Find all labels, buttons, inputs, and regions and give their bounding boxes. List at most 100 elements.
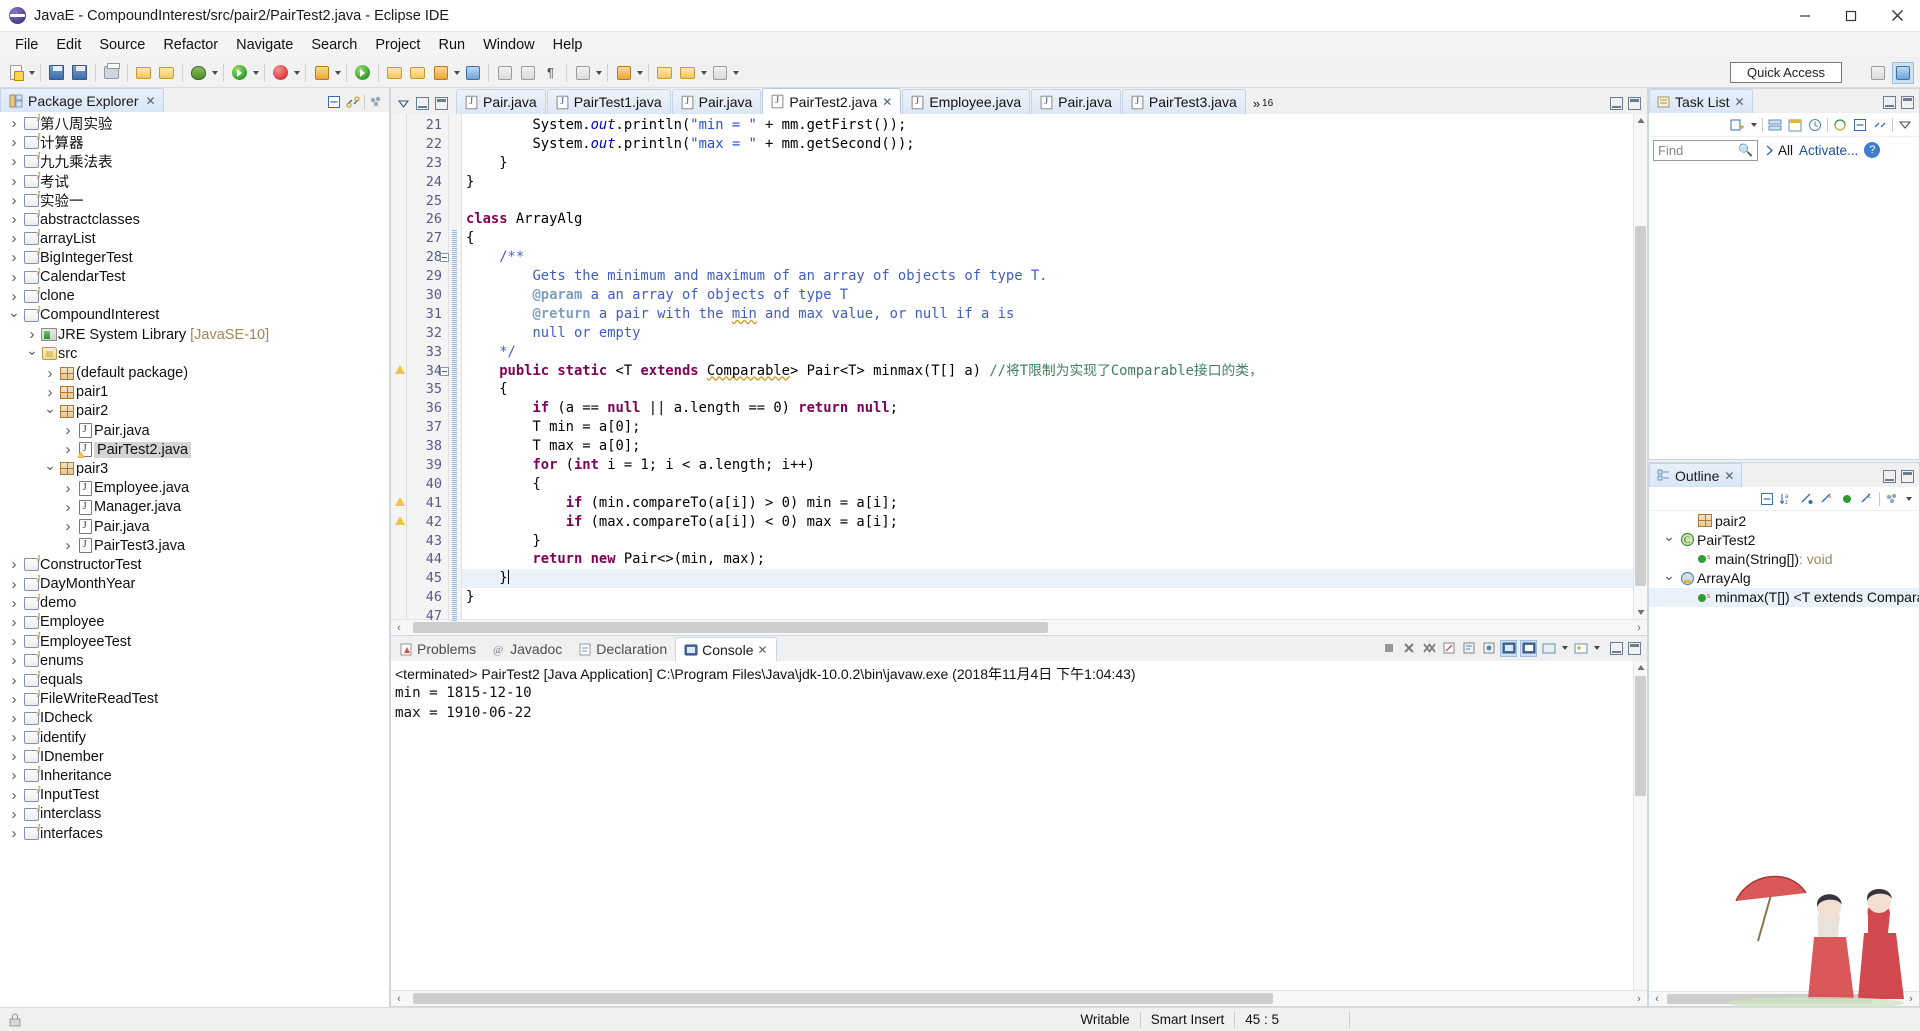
code-line[interactable]: return new Pair<>(min, max); — [462, 550, 1647, 569]
code-line[interactable]: class ArrayAlg — [462, 210, 1647, 229]
back-dropdown-icon[interactable] — [594, 63, 603, 83]
editor-tab-employee-java[interactable]: Employee.java — [902, 89, 1030, 114]
hide-non-public-icon[interactable] — [1839, 491, 1855, 507]
pin-console-icon[interactable] — [1480, 640, 1497, 657]
tree-item-identify[interactable]: identify — [0, 728, 389, 747]
tab-task-list[interactable]: Task List ✕ — [1649, 89, 1753, 113]
tree-item--default-package-[interactable]: (default package) — [0, 363, 389, 382]
search-icon[interactable]: 🔍 — [1738, 143, 1753, 157]
chevron-down-icon[interactable] — [1661, 531, 1677, 548]
chevron-right-icon[interactable] — [6, 173, 22, 190]
hscroll-track[interactable] — [407, 621, 1631, 634]
link-with-editor-icon[interactable] — [345, 94, 361, 110]
menu-edit[interactable]: Edit — [47, 34, 90, 56]
tree-item-filewritereadtest[interactable]: FileWriteReadTest — [0, 690, 389, 709]
tree-item-src[interactable]: src — [0, 344, 389, 363]
new-class-dropdown-icon[interactable] — [333, 63, 342, 83]
fold-toggle-icon[interactable] — [440, 253, 449, 262]
tree-item--[interactable]: 考试 — [0, 172, 389, 191]
task-list-body[interactable] — [1649, 163, 1919, 459]
menu-window[interactable]: Window — [474, 34, 544, 56]
minimize-icon[interactable] — [1610, 642, 1623, 655]
outline-horizontal-scrollbar[interactable]: ‹ › — [1649, 991, 1919, 1006]
scroll-left-icon[interactable]: ‹ — [391, 991, 407, 1006]
link-with-editor-icon[interactable] — [1872, 117, 1888, 133]
chevron-right-icon[interactable] — [6, 748, 22, 765]
annotation-dropdown-icon[interactable] — [699, 63, 708, 83]
menu-refactor[interactable]: Refactor — [154, 34, 227, 56]
editor-tab-pair-java[interactable]: Pair.java — [456, 89, 546, 114]
previous-annotation-button[interactable] — [517, 62, 538, 84]
chevron-right-icon[interactable] — [6, 672, 22, 689]
hscroll-track[interactable] — [407, 992, 1631, 1005]
chevron-right-icon[interactable] — [6, 633, 22, 650]
editor-tab-pairtest2-java[interactable]: PairTest2.java✕ — [762, 88, 901, 114]
new-dropdown-icon[interactable] — [27, 63, 36, 83]
maximize-editor-icon[interactable] — [435, 97, 448, 110]
maximize-icon[interactable] — [1628, 642, 1641, 655]
chevron-right-icon[interactable] — [6, 614, 22, 631]
close-icon[interactable]: ✕ — [1724, 469, 1734, 483]
remove-launch-icon[interactable] — [1400, 640, 1417, 657]
tree-item-arraylist[interactable]: arrayList — [0, 229, 389, 248]
collapse-all-icon[interactable] — [1852, 117, 1868, 133]
chevron-right-icon[interactable] — [60, 480, 76, 497]
tree-item-employee[interactable]: Employee — [0, 613, 389, 632]
console-tab-console[interactable]: Console✕ — [675, 637, 776, 661]
scroll-lock-icon[interactable] — [1460, 640, 1477, 657]
tree-item-constructortest[interactable]: ConstructorTest — [0, 555, 389, 574]
tab-package-explorer[interactable]: Package Explorer ✕ — [0, 88, 164, 112]
close-button[interactable] — [1874, 0, 1920, 32]
hide-fields-icon[interactable] — [1799, 491, 1815, 507]
hide-local-types-icon[interactable]: L — [1859, 491, 1875, 507]
open-type-button[interactable] — [352, 62, 373, 84]
chevron-right-icon[interactable] — [6, 230, 22, 247]
chevron-right-icon[interactable] — [6, 153, 22, 170]
code-line[interactable]: @param a an array of objects of type T — [462, 286, 1647, 305]
code-line[interactable]: } — [462, 569, 1647, 588]
chevron-right-icon[interactable] — [6, 211, 22, 228]
view-menu-icon[interactable] — [397, 97, 410, 110]
menu-run[interactable]: Run — [429, 34, 474, 56]
tree-item--[interactable]: 计算器 — [0, 133, 389, 152]
open-perspective-button[interactable] — [1867, 62, 1889, 84]
chevron-right-icon[interactable] — [6, 767, 22, 784]
code-line[interactable]: @return a pair with the min and max valu… — [462, 305, 1647, 324]
collapse-all-icon[interactable] — [326, 94, 342, 110]
tree-item-interfaces[interactable]: interfaces — [0, 824, 389, 843]
scroll-up-icon[interactable] — [1634, 114, 1647, 128]
folding-ruler[interactable] — [449, 114, 462, 619]
chevron-right-icon[interactable] — [42, 384, 58, 401]
scrollbar-thumb[interactable] — [1635, 226, 1646, 586]
maximize-icon[interactable] — [1901, 96, 1914, 109]
debug-dropdown-icon[interactable] — [210, 63, 219, 83]
tree-item-pair-java[interactable]: Pair.java — [0, 517, 389, 536]
warning-marker-icon[interactable] — [395, 497, 405, 506]
new-task-dropdown-icon[interactable] — [1749, 115, 1758, 135]
menu-navigate[interactable]: Navigate — [227, 34, 302, 56]
more-tabs-button[interactable]: »16 — [1253, 96, 1273, 114]
minimize-button[interactable] — [1782, 0, 1828, 32]
chevron-right-icon[interactable] — [6, 576, 22, 593]
hscroll-thumb[interactable] — [413, 993, 1273, 1004]
minimize-icon[interactable] — [1883, 96, 1896, 109]
tree-item-compoundinterest[interactable]: CompoundInterest — [0, 306, 389, 325]
tree-item-employee-java[interactable]: Employee.java — [0, 479, 389, 498]
scroll-left-icon[interactable]: ‹ — [391, 620, 407, 635]
chevron-right-icon[interactable] — [6, 710, 22, 727]
chevron-right-icon[interactable] — [24, 326, 40, 343]
history-dropdown-icon[interactable] — [731, 63, 740, 83]
tree-item--[interactable]: 实验一 — [0, 191, 389, 210]
tree-item-pair2[interactable]: pair2 — [0, 402, 389, 421]
hide-static-icon[interactable]: s — [1819, 491, 1835, 507]
schedule-icon[interactable] — [1787, 117, 1803, 133]
tree-item-abstractclasses[interactable]: abstractclasses — [0, 210, 389, 229]
scrollbar-thumb[interactable] — [1635, 676, 1646, 796]
activate-link[interactable]: Activate... — [1799, 143, 1858, 158]
tree-item-pair-java[interactable]: Pair.java — [0, 421, 389, 440]
close-icon[interactable]: ✕ — [882, 95, 892, 109]
focus-on-workweek-icon[interactable] — [1807, 117, 1823, 133]
chevron-right-icon[interactable] — [6, 806, 22, 823]
code-line[interactable]: System.out.println("max = " + mm.getSeco… — [462, 135, 1647, 154]
menu-help[interactable]: Help — [544, 34, 592, 56]
